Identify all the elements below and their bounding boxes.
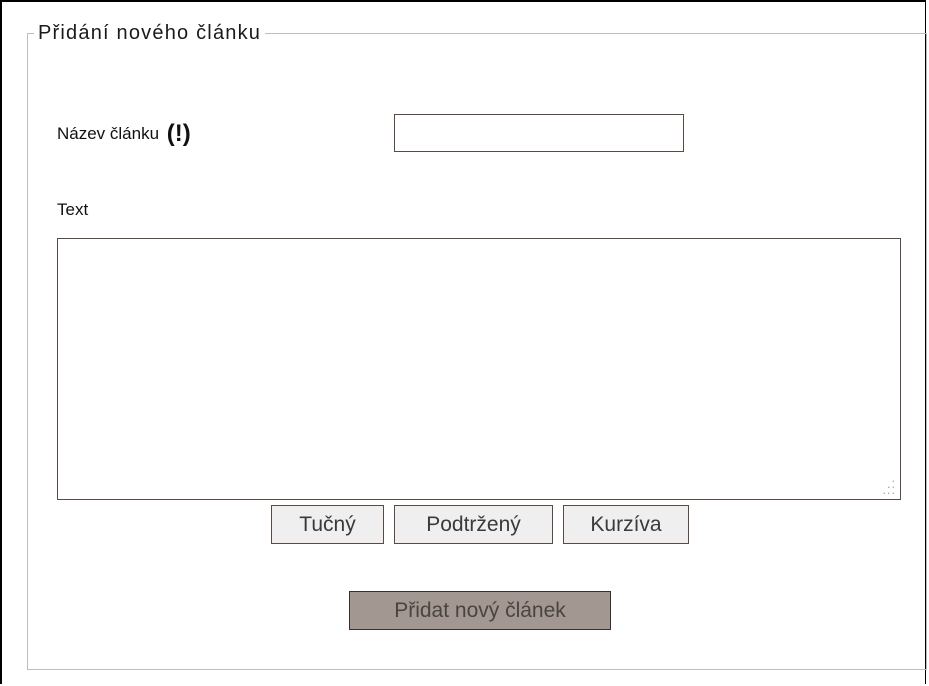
bold-button[interactable]: Tučný bbox=[271, 505, 384, 544]
article-text-area[interactable] bbox=[57, 238, 901, 500]
add-article-button[interactable]: Přidat nový článek bbox=[349, 591, 611, 630]
article-text-label: Text bbox=[57, 200, 89, 219]
article-title-label: Název článku (!) bbox=[57, 118, 191, 147]
fieldset-legend: Přidání nového článku bbox=[38, 22, 262, 44]
required-mark: (!) bbox=[166, 120, 191, 147]
resize-grip-icon[interactable]: ...... bbox=[878, 473, 896, 496]
article-title-label-text: Název článku bbox=[57, 124, 160, 143]
underline-button[interactable]: Podtržený bbox=[394, 505, 553, 544]
italic-button[interactable]: Kurzíva bbox=[563, 505, 689, 544]
article-title-input[interactable] bbox=[394, 114, 684, 152]
